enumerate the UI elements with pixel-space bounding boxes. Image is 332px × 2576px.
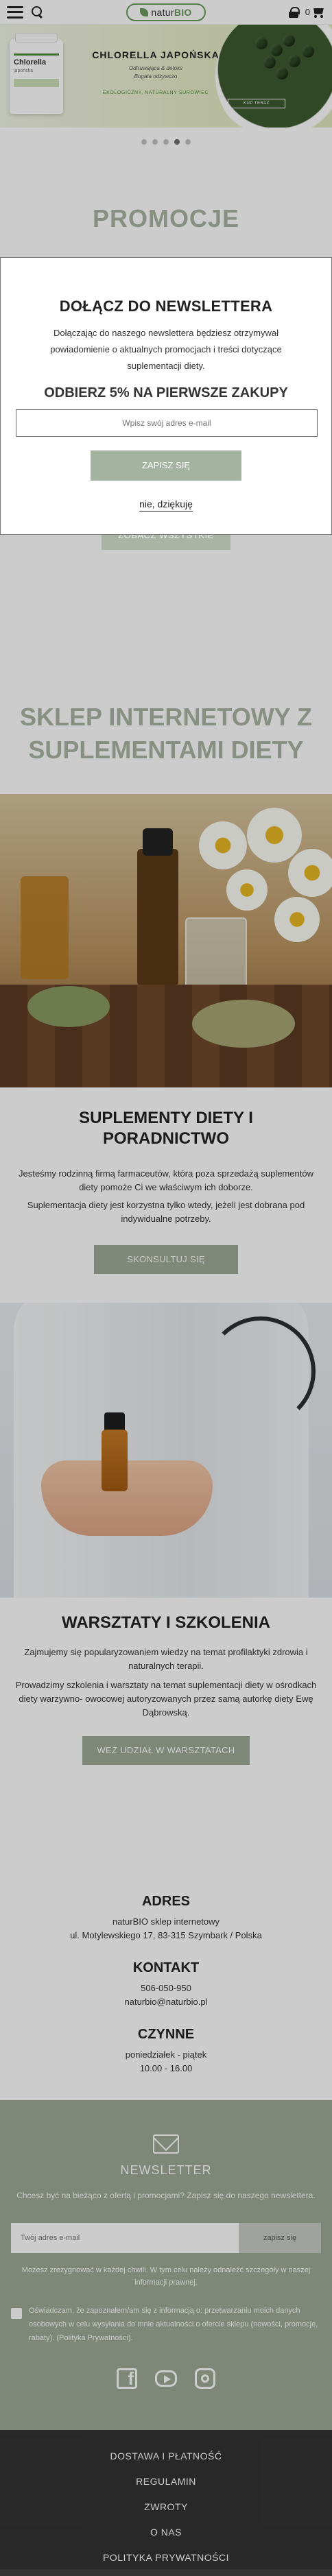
modal-title: DOŁĄCZ DO NEWSLETTERA: [59, 298, 273, 315]
newsletter-modal: DOŁĄCZ DO NEWSLETTERA Dołączając do nasz…: [0, 257, 332, 535]
modal-offer: ODBIERZ 5% NA PIERWSZE ZAKUPY: [44, 385, 288, 400]
modal-text: Dołączając do naszego newslettera będzie…: [50, 328, 282, 371]
modal-email-input[interactable]: [16, 409, 318, 437]
modal-decline-link[interactable]: nie, dziękuję: [139, 498, 193, 511]
modal-submit-button[interactable]: ZAPISZ SIĘ: [91, 450, 241, 481]
